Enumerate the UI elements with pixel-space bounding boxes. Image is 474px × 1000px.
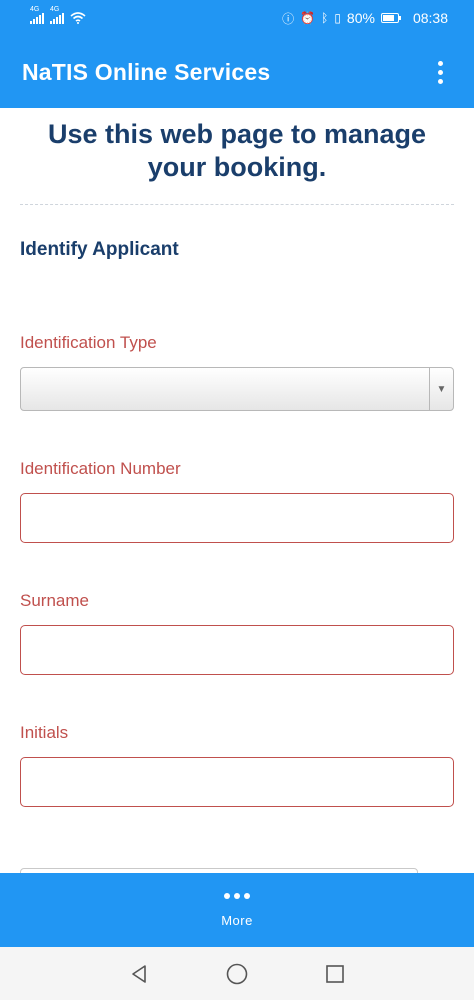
page-content: Use this web page to manage your booking… (0, 108, 474, 873)
identification-type-select[interactable]: ▼ (20, 367, 454, 411)
page-heading: Use this web page to manage your booking… (47, 119, 427, 182)
home-icon[interactable] (222, 959, 252, 989)
surname-label: Surname (20, 591, 89, 610)
system-nav-bar (0, 947, 474, 1000)
status-right: ⓘ ⏰ ᛒ ▯ 80% 08:38 (282, 10, 448, 27)
recents-icon[interactable] (320, 959, 350, 989)
status-left: 4G 4G (30, 6, 86, 24)
battery-icon (380, 13, 401, 23)
cell-signal-icon-2: 4G (50, 6, 64, 24)
back-icon[interactable] (124, 959, 154, 989)
surname-input[interactable] (20, 625, 454, 675)
network-type-2: 4G (50, 6, 60, 13)
clock: 08:38 (412, 10, 448, 26)
bluetooth-icon: ᛒ (321, 11, 329, 25)
wifi-icon (70, 12, 86, 24)
app-title: NaTIS Online Services (22, 58, 271, 85)
identification-number-input[interactable] (20, 493, 454, 543)
more-label: More (221, 912, 253, 928)
status-bar: 4G 4G ⓘ ⏰ ᛒ ▯ 80% 08:38 (0, 0, 474, 36)
data-saver-icon: ⓘ (282, 11, 295, 26)
alarm-icon: ⏰ (300, 11, 316, 25)
vibrate-icon: ▯ (334, 11, 341, 25)
identification-type-label: Identification Type (20, 333, 157, 352)
dropdown-arrow-icon[interactable]: ▼ (429, 368, 453, 410)
more-dots-icon (224, 892, 250, 899)
identification-number-label: Identification Number (20, 459, 181, 478)
cell-signal-icon: 4G (30, 6, 44, 24)
bottom-more-bar[interactable]: More (0, 873, 474, 947)
network-type-1: 4G (30, 6, 40, 13)
battery-percent: 80% (346, 10, 375, 26)
initials-input[interactable] (20, 757, 454, 807)
overflow-menu-icon[interactable] (428, 57, 452, 87)
app-bar: NaTIS Online Services (0, 36, 474, 108)
section-divider (20, 204, 454, 205)
section-title: Identify Applicant (20, 239, 179, 260)
initials-label: Initials (20, 723, 69, 742)
